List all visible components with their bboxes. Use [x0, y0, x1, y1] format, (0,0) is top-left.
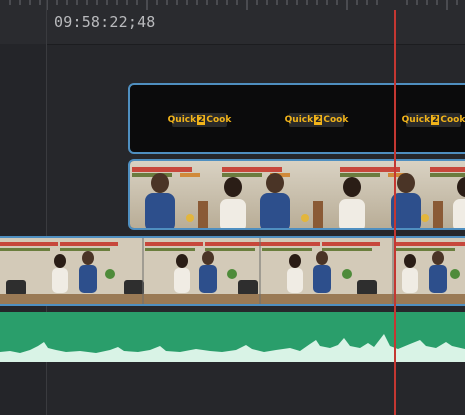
playhead-line[interactable]: [394, 10, 396, 415]
current-timecode: 09:58:22;48: [54, 13, 156, 31]
video-clip-v2[interactable]: [128, 159, 465, 230]
quick2cook-logo: Quick 2 Cook: [285, 113, 348, 127]
timeline-panel[interactable]: 09:58:22;48 Quick 2 Cook Quick 2 Cook Quick 2…: [0, 0, 465, 415]
quick2cook-logo: Quick 2 Cook: [168, 113, 231, 127]
title-clip[interactable]: Quick 2 Cook Quick 2 Cook Quick 2 Cook: [128, 83, 465, 154]
quick2cook-logo: Quick 2 Cook: [402, 113, 465, 127]
video-thumbnails: [130, 161, 465, 228]
